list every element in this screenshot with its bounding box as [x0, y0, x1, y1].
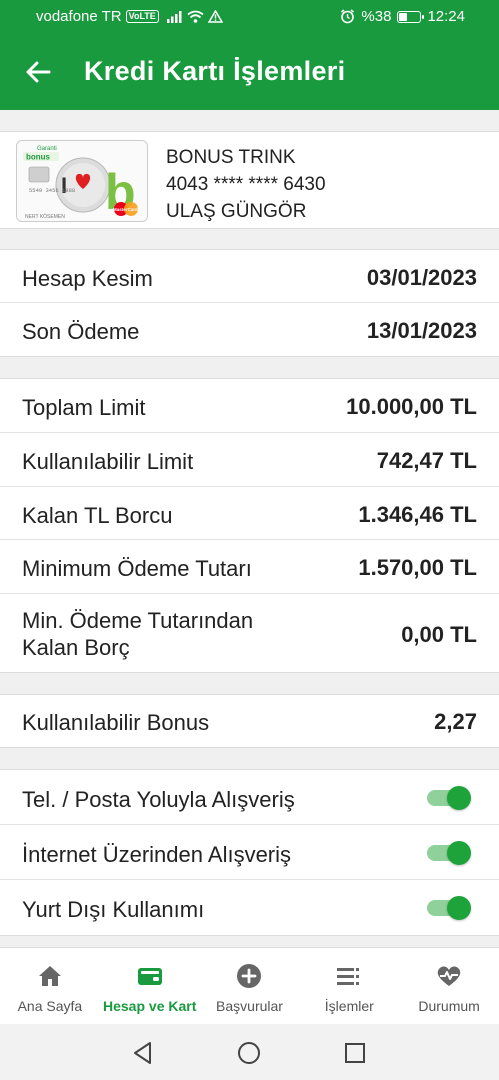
- row-value: 742,47 TL: [376, 448, 477, 473]
- row-value: 1.346,46 TL: [358, 502, 477, 527]
- amounts-group: Toplam Limit 10.000,00 TL Kullanılabilir…: [0, 378, 499, 673]
- amount-row-available-limit: Kullanılabilir Limit 742,47 TL: [0, 433, 499, 487]
- card-summary[interactable]: Garanti bonus I b 5549 3456 1888 NERT KÖ…: [0, 131, 499, 229]
- system-home-button[interactable]: [234, 1038, 264, 1068]
- bottom-navigation: Ana Sayfa Hesap ve Kart Başvurular İşlem…: [0, 947, 499, 1024]
- internet-toggle[interactable]: [427, 841, 471, 865]
- card-name: BONUS TRINK: [166, 147, 296, 168]
- nav-label: Başvurular: [216, 998, 283, 1014]
- row-value: 03/01/2023: [366, 265, 477, 290]
- amount-row-total-limit: Toplam Limit 10.000,00 TL: [0, 379, 499, 433]
- row-label: Kullanılabilir Limit: [22, 449, 194, 474]
- app-bar: Kredi Kartı İşlemleri: [0, 34, 499, 110]
- nav-label: Hesap ve Kart: [103, 998, 197, 1014]
- toggle-row-internet: İnternet Üzerinden Alışveriş: [0, 825, 499, 880]
- bonus-card-artwork: Garanti bonus I b 5549 3456 1888 NERT KÖ…: [17, 141, 147, 221]
- row-label: Hesap Kesim: [22, 266, 153, 291]
- row-label: Minimum Ödeme Tutarı: [22, 556, 252, 581]
- battery-icon: [397, 10, 425, 23]
- row-value: 0,00 TL: [401, 622, 477, 647]
- page-title: Kredi Kartı İşlemleri: [84, 56, 346, 86]
- card-network-text: MasterCard: [113, 207, 138, 212]
- card-love-letter: I: [61, 173, 67, 198]
- heart-pulse-icon: [435, 962, 463, 990]
- system-back-button[interactable]: [128, 1038, 158, 1068]
- row-value: 2,27: [434, 709, 477, 734]
- warning-icon: [207, 10, 223, 23]
- row-label-line2: Kalan Borç: [22, 635, 130, 660]
- date-row-due: Son Ödeme 13/01/2023: [0, 303, 499, 356]
- abroad-toggle[interactable]: [427, 896, 471, 920]
- nav-transactions[interactable]: İşlemler: [299, 948, 399, 1024]
- row-value: 10.000,00 TL: [346, 394, 477, 419]
- wallet-icon: [136, 962, 164, 990]
- nav-label: Durumum: [418, 998, 480, 1014]
- triangle-back-icon: [134, 1042, 151, 1064]
- arrow-left-icon: [26, 61, 51, 83]
- date-row-statement: Hesap Kesim 03/01/2023: [0, 250, 499, 303]
- status-bar: vodafone TR VoLTE %38 12:24: [0, 0, 499, 34]
- row-label: Son Ödeme: [22, 319, 140, 344]
- row-label: Kalan TL Borcu: [22, 503, 173, 528]
- card-holder: ULAŞ GÜNGÖR: [166, 201, 307, 222]
- row-label: Kullanılabilir Bonus: [22, 710, 210, 735]
- nav-label: Ana Sayfa: [17, 998, 83, 1014]
- alarm-icon: [341, 9, 355, 24]
- row-value: 1.570,00 TL: [358, 555, 477, 580]
- nav-accounts-cards[interactable]: Hesap ve Kart: [100, 948, 200, 1024]
- card-number: 4043 **** **** 6430: [166, 174, 326, 195]
- amount-row-remaining-debt: Kalan TL Borcu 1.346,46 TL: [0, 487, 499, 540]
- system-recents-button[interactable]: [340, 1038, 370, 1068]
- card-bank-text: Garanti: [37, 146, 57, 152]
- row-value: 13/01/2023: [366, 318, 477, 343]
- signal-icon: [166, 11, 182, 23]
- list-icon: [335, 962, 363, 990]
- row-label: Tel. / Posta Yoluyla Alışveriş: [22, 787, 295, 812]
- bonus-group: Kullanılabilir Bonus 2,27: [0, 694, 499, 748]
- battery-percent: %38: [361, 8, 392, 25]
- card-digits: 5549 3456 1888: [29, 187, 75, 194]
- bonus-row: Kullanılabilir Bonus 2,27: [0, 695, 499, 747]
- square-recents-icon: [345, 1043, 365, 1063]
- carrier-name: vodafone TR: [36, 8, 122, 25]
- nav-applications[interactable]: Başvurular: [200, 948, 300, 1024]
- row-label: Toplam Limit: [22, 395, 146, 420]
- row-label-multiline: Min. Ödeme Tutarından Kalan Borç: [22, 607, 253, 661]
- clock: 12:24: [427, 8, 465, 25]
- card-image: Garanti bonus I b 5549 3456 1888 NERT KÖ…: [16, 140, 148, 222]
- dates-group: Hesap Kesim 03/01/2023 Son Ödeme 13/01/2…: [0, 249, 499, 357]
- permissions-group: Tel. / Posta Yoluyla Alışveriş İnternet …: [0, 769, 499, 936]
- row-label: İnternet Üzerinden Alışveriş: [22, 842, 292, 867]
- mail-phone-toggle[interactable]: [427, 786, 471, 810]
- volte-badge: VoLTE: [125, 10, 159, 23]
- nav-label: İşlemler: [324, 998, 374, 1014]
- row-label: Yurt Dışı Kullanımı: [22, 897, 205, 922]
- nav-home[interactable]: Ana Sayfa: [0, 948, 100, 1024]
- amount-row-minimum-payment: Minimum Ödeme Tutarı 1.570,00 TL: [0, 540, 499, 594]
- system-navigation-bar: [0, 1024, 499, 1080]
- top-bar: vodafone TR VoLTE %38 12:24 Kredi Kartı …: [0, 0, 499, 110]
- toggle-row-abroad: Yurt Dışı Kullanımı: [0, 880, 499, 935]
- card-holder-text: NERT KÖSEMEN: [25, 213, 65, 220]
- amount-row-minimum-remaining: Min. Ödeme Tutarından Kalan Borç 0,00 TL: [0, 594, 499, 672]
- battery-level: [399, 12, 408, 21]
- home-icon: [36, 962, 64, 990]
- circle-home-icon: [238, 1042, 260, 1064]
- card-brand-text: bonus: [26, 153, 51, 162]
- back-button[interactable]: [18, 54, 58, 90]
- toggle-row-mail-phone: Tel. / Posta Yoluyla Alışveriş: [0, 770, 499, 825]
- wifi-icon: [187, 10, 204, 23]
- plus-circle-icon: [235, 962, 263, 990]
- nav-status[interactable]: Durumum: [399, 948, 499, 1024]
- card-details: BONUS TRINK 4043 **** **** 6430 ULAŞ GÜN…: [166, 144, 326, 225]
- row-label-line1: Min. Ödeme Tutarından: [22, 608, 254, 633]
